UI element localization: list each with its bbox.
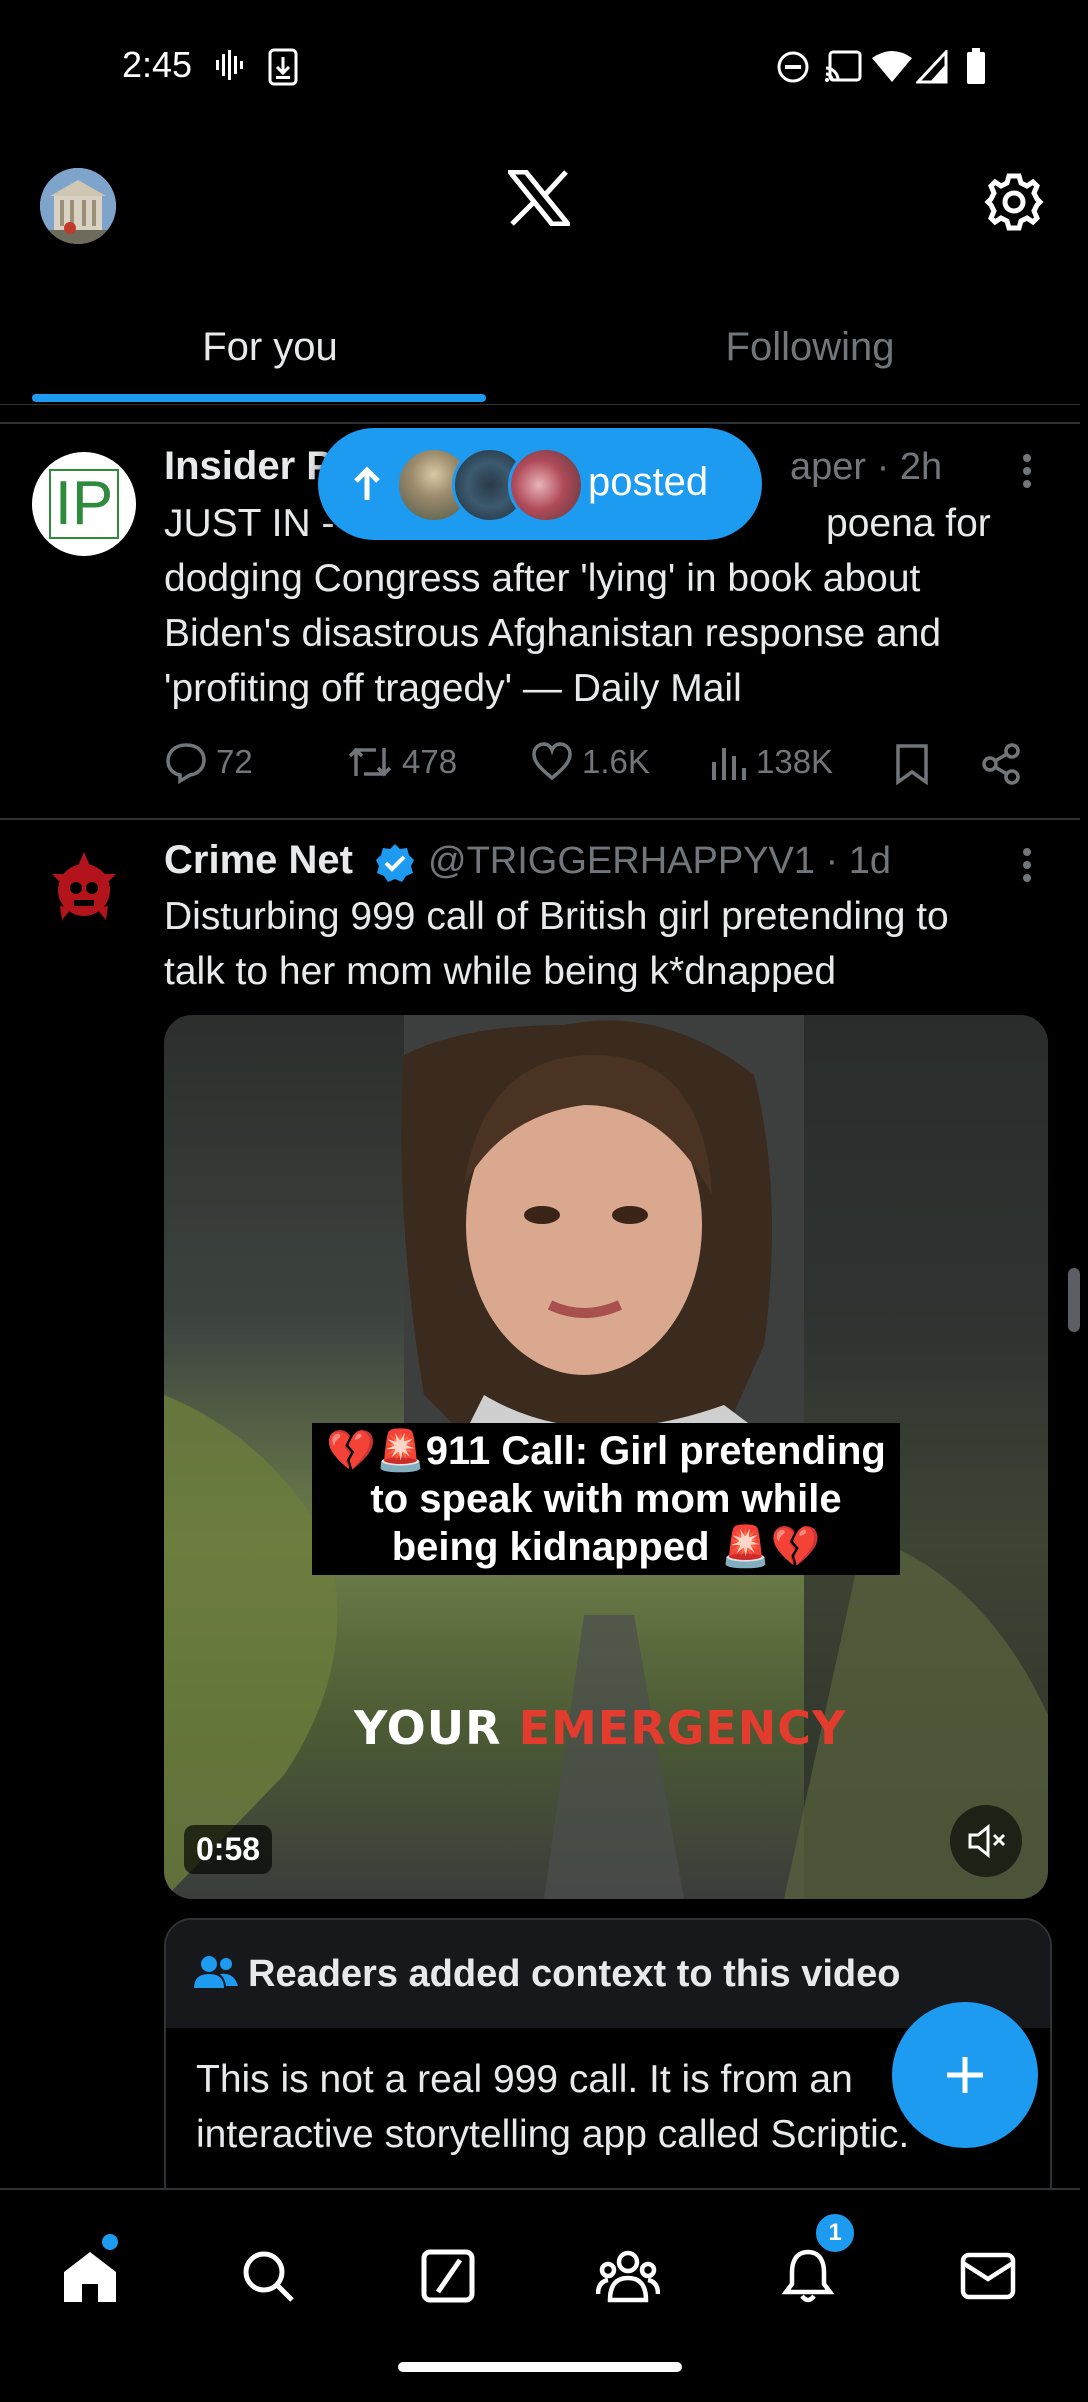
post-text-line: talk to her mom while being k*dnapped bbox=[164, 950, 837, 993]
search-icon[interactable] bbox=[228, 2236, 308, 2316]
wifi-icon bbox=[872, 50, 912, 89]
video-player[interactable]: 💔🚨911 Call: Girl pretending to speak wit… bbox=[164, 1015, 1048, 1899]
post-meta: aper · 2h bbox=[790, 446, 943, 488]
reply-count: 72 bbox=[216, 743, 253, 780]
post-handle: @TRIGGERHAPPYV1 · 1d bbox=[428, 840, 892, 882]
video-duration: 0:58 bbox=[184, 1825, 273, 1874]
grok-icon[interactable] bbox=[408, 2236, 488, 2316]
views-count: 138K bbox=[756, 743, 834, 780]
post-text-line: Disturbing 999 call of British girl pret… bbox=[164, 895, 949, 938]
post-text-line: JUST IN - bbox=[164, 502, 335, 545]
video-overlay-text: YOUR EMERGENCY bbox=[354, 1701, 846, 1755]
post-avatar[interactable] bbox=[36, 844, 132, 940]
caption-line: 💔🚨911 Call: Girl pretending bbox=[326, 1429, 886, 1473]
overlay-word-emphasis: EMERGENCY bbox=[518, 1701, 847, 1755]
post-text-line: 'profiting off tragedy' — Daily Mail bbox=[164, 667, 742, 710]
mute-icon[interactable] bbox=[950, 1805, 1022, 1877]
bottom-nav: 1 bbox=[0, 2188, 1080, 2402]
post-text: Disturbing 999 call of British girl pret… bbox=[164, 889, 1064, 999]
battery-icon bbox=[966, 48, 986, 89]
overlay-word: YOUR bbox=[354, 1701, 502, 1755]
repost-button[interactable]: 478 bbox=[346, 740, 457, 784]
like-button[interactable]: 1.6K bbox=[530, 740, 650, 784]
verified-badge-icon bbox=[374, 842, 416, 889]
new-posts-pill[interactable]: posted bbox=[318, 428, 762, 540]
notifications-icon[interactable]: 1 bbox=[768, 2212, 856, 2316]
active-tab-indicator bbox=[32, 394, 486, 402]
dnd-icon bbox=[776, 50, 810, 89]
post-avatar[interactable]: IP bbox=[32, 452, 136, 556]
x-logo-icon[interactable] bbox=[504, 169, 574, 231]
caption-line: being kidnapped 🚨💔 bbox=[391, 1525, 821, 1569]
caption-line: to speak with mom while bbox=[370, 1477, 842, 1521]
compose-button[interactable] bbox=[892, 2002, 1038, 2148]
post-author-name[interactable]: Insider P bbox=[164, 444, 333, 489]
download-icon bbox=[268, 48, 298, 91]
signal-icon bbox=[914, 48, 948, 89]
messages-icon[interactable] bbox=[948, 2236, 1028, 2316]
gesture-bar[interactable] bbox=[398, 2362, 682, 2372]
video-caption: 💔🚨911 Call: Girl pretending to speak wit… bbox=[294, 1423, 918, 1575]
like-count: 1.6K bbox=[582, 743, 650, 780]
communities-icon[interactable] bbox=[588, 2236, 668, 2316]
more-options-icon[interactable] bbox=[1012, 448, 1042, 503]
new-posts-label: posted bbox=[588, 460, 709, 504]
gear-icon[interactable] bbox=[984, 172, 1044, 237]
cast-icon bbox=[824, 50, 862, 89]
avatar-text: IP bbox=[48, 469, 120, 539]
note-text-line: interactive storytelling app called Scri… bbox=[196, 2113, 910, 2156]
poster-avatar bbox=[508, 447, 584, 523]
divider bbox=[0, 422, 1080, 424]
repost-count: 478 bbox=[402, 743, 458, 780]
post-author-name[interactable]: Crime Net bbox=[164, 838, 353, 883]
people-icon bbox=[194, 1954, 238, 1995]
home-icon[interactable] bbox=[50, 2234, 130, 2316]
tab-following[interactable]: Following bbox=[540, 290, 1080, 404]
note-title: Readers added context to this video bbox=[248, 1952, 901, 1995]
reply-button[interactable]: 72 bbox=[164, 740, 253, 784]
bookmark-icon[interactable] bbox=[892, 742, 932, 791]
arrow-up-icon bbox=[352, 464, 382, 514]
post-text-line: Biden's disastrous Afghanistan response … bbox=[164, 612, 942, 655]
views-button[interactable]: 138K bbox=[708, 740, 833, 784]
timeline-tabs: For you Following bbox=[0, 290, 1080, 405]
post-text-line: dodging Congress after 'lying' in book a… bbox=[164, 557, 921, 600]
profile-avatar[interactable] bbox=[40, 168, 116, 244]
share-icon[interactable] bbox=[980, 742, 1022, 791]
status-time: 2:45 bbox=[122, 44, 193, 85]
post-text-line: poena for bbox=[826, 502, 991, 545]
tab-for-you[interactable]: For you bbox=[0, 290, 540, 404]
unread-dot bbox=[102, 2234, 118, 2250]
scrollbar-thumb[interactable] bbox=[1068, 1268, 1080, 1332]
notification-badge: 1 bbox=[814, 2212, 856, 2254]
divider bbox=[0, 818, 1080, 820]
voicemail-icon bbox=[214, 48, 244, 87]
